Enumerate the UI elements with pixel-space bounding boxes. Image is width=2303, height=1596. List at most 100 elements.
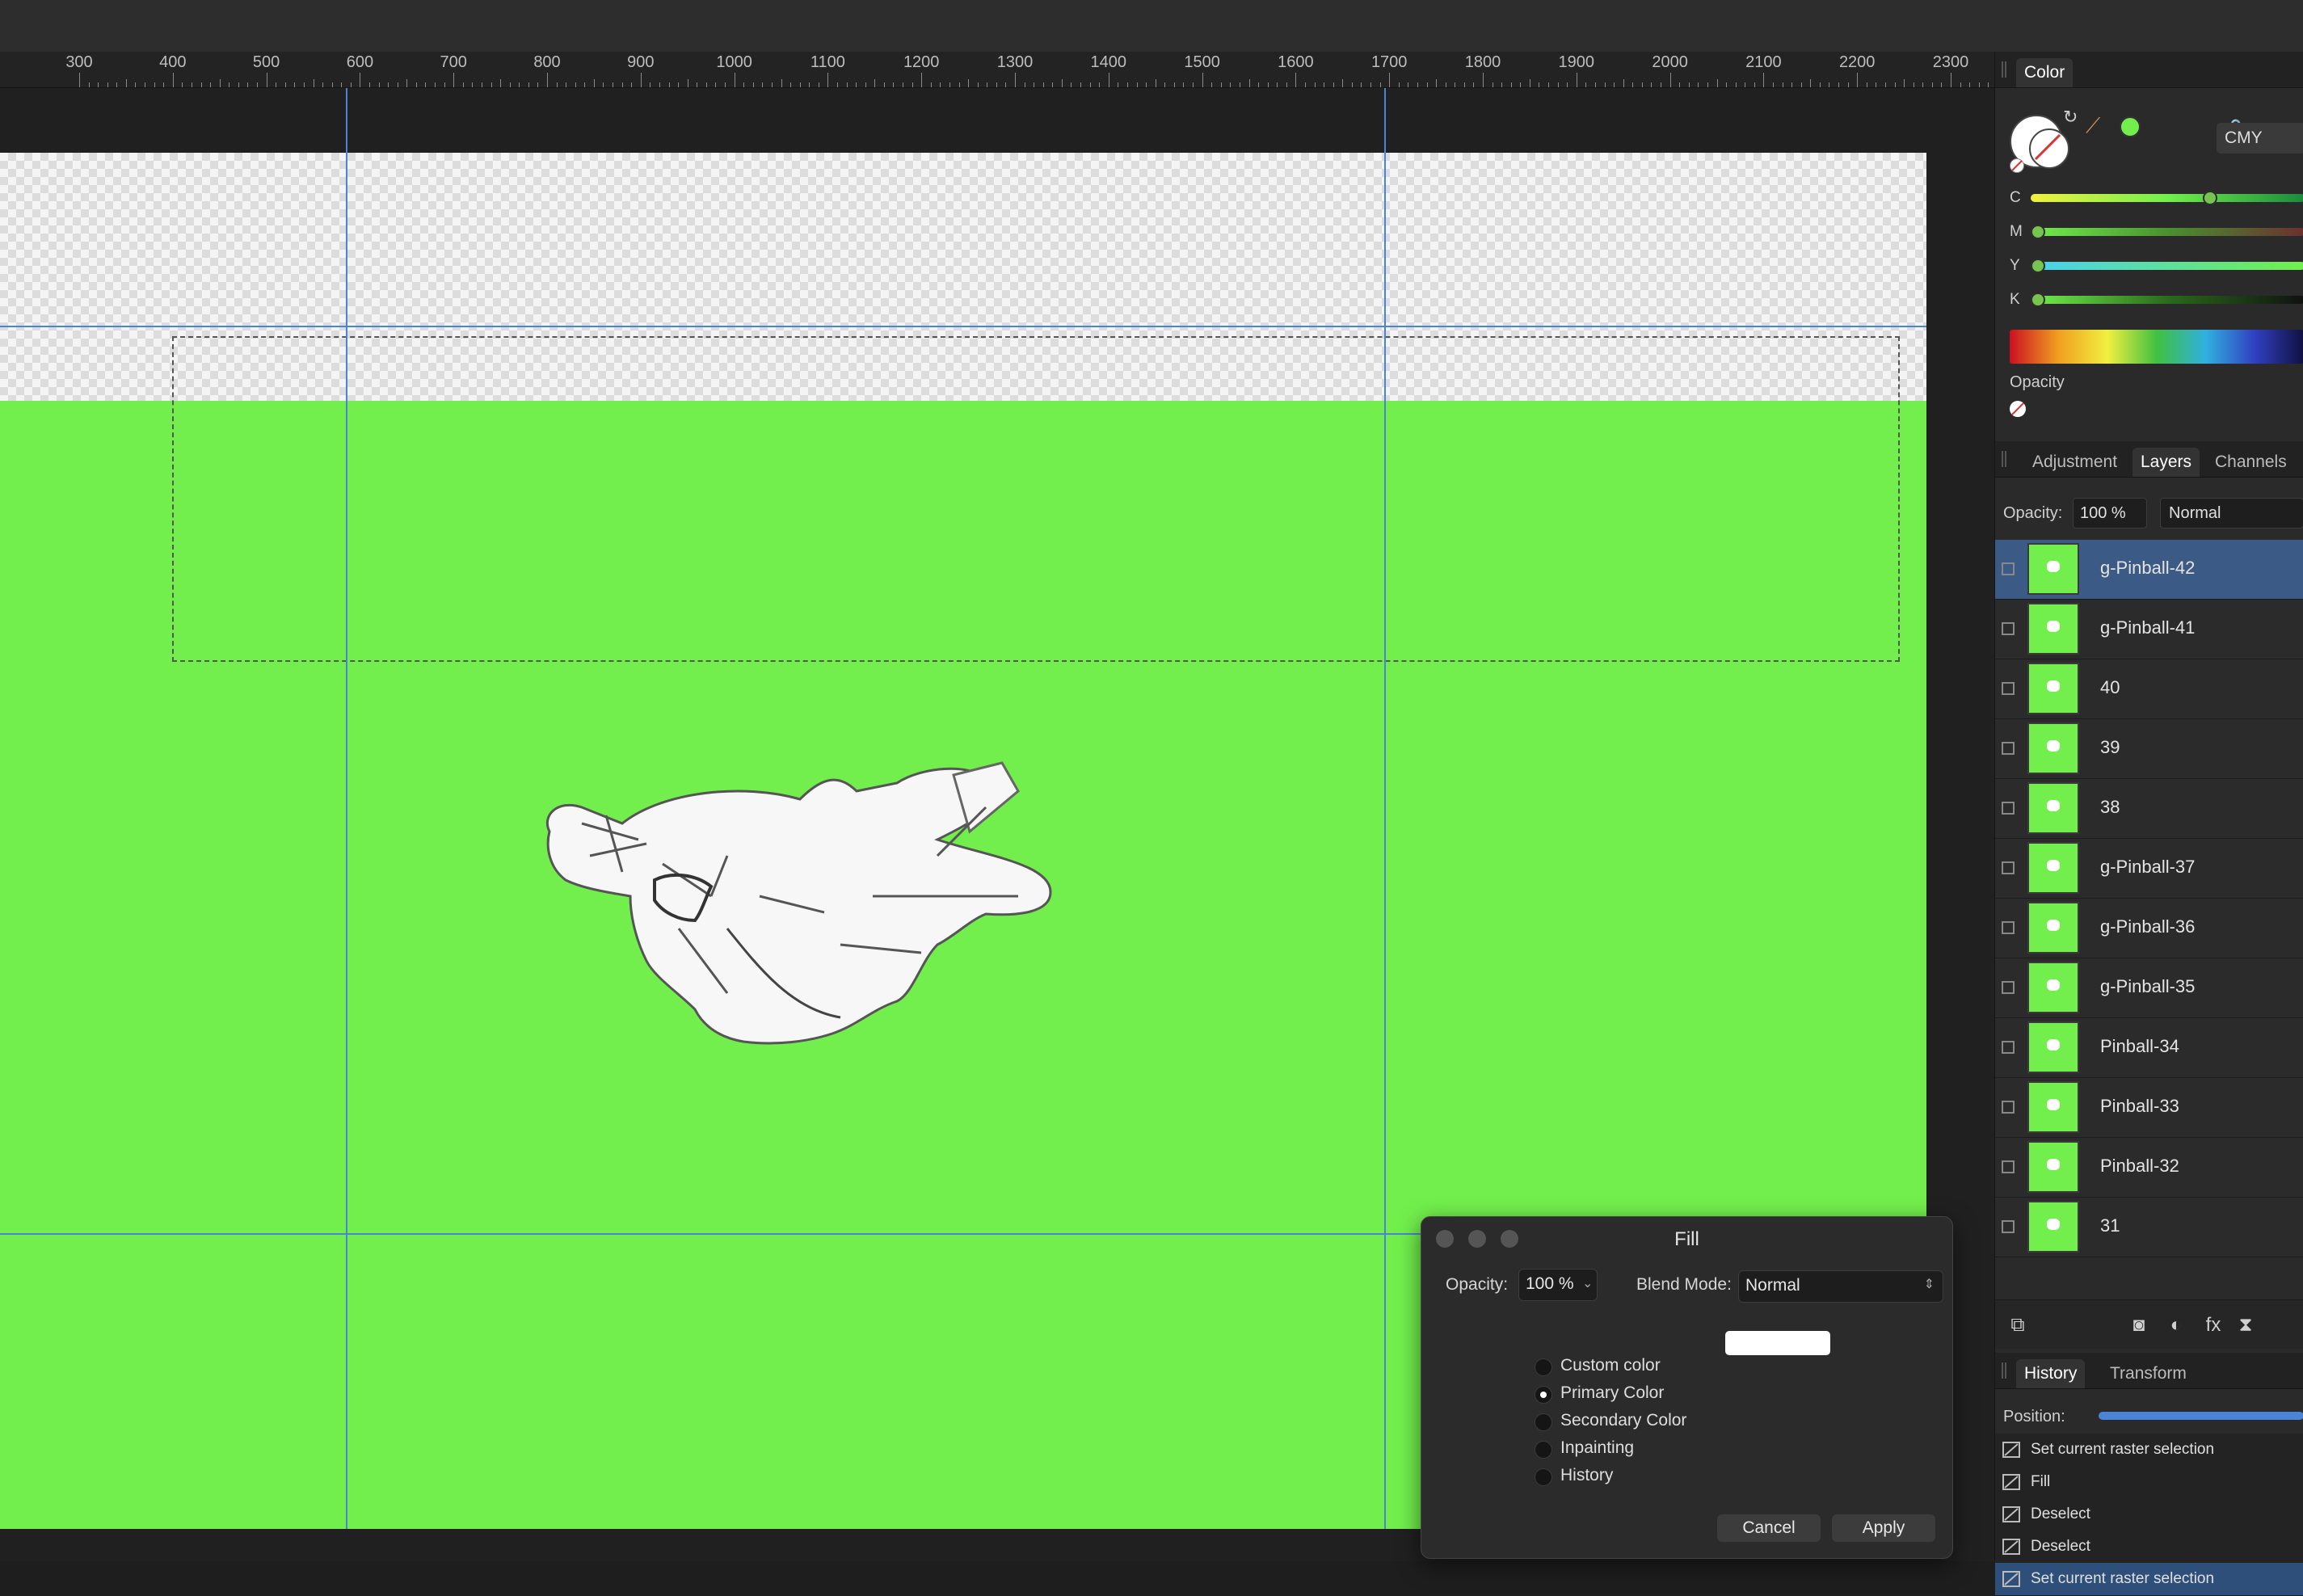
layer-row[interactable]: 40 xyxy=(1995,659,2303,719)
layer-row[interactable]: g-Pinball-37 xyxy=(1995,839,2303,899)
layer-row[interactable]: Pinball-32 xyxy=(1995,1138,2303,1198)
panel-grip-icon[interactable] xyxy=(2002,451,2006,467)
layer-visibility-icon[interactable] xyxy=(2002,562,2015,575)
cmyk-slider[interactable] xyxy=(2031,296,2303,304)
ruler-tick xyxy=(1707,82,1708,87)
chevron-down-icon[interactable]: ⌄ xyxy=(1582,1275,1593,1291)
layer-blend-select[interactable]: Normal xyxy=(2160,498,2303,528)
ruler-tick xyxy=(79,73,80,87)
picked-color-swatch[interactable] xyxy=(2120,116,2141,137)
fill-option-radio[interactable] xyxy=(1535,1441,1552,1459)
live-filter-icon[interactable]: ⧗ xyxy=(2234,1314,2257,1337)
history-entry-label: Deselect xyxy=(2031,1538,2090,1555)
blend-mode-select[interactable]: Normal ⇕ xyxy=(1738,1270,1943,1303)
ruler-tick xyxy=(1604,82,1606,87)
layer-visibility-icon[interactable] xyxy=(2002,1220,2015,1233)
slider-knob[interactable] xyxy=(2031,259,2045,273)
layer-visibility-icon[interactable] xyxy=(2002,1160,2015,1173)
layer-name: Pinball-34 xyxy=(2100,1036,2179,1056)
layer-stack-icon[interactable]: ⧉ xyxy=(2006,1314,2029,1337)
cancel-button[interactable]: Cancel xyxy=(1717,1514,1821,1542)
history-entry[interactable]: Fill xyxy=(1995,1466,2303,1499)
layer-row[interactable]: g-Pinball-42 xyxy=(1995,540,2303,600)
layer-visibility-icon[interactable] xyxy=(2002,861,2015,874)
layer-row[interactable]: g-Pinball-36 xyxy=(1995,899,2303,958)
layer-row[interactable]: 31 xyxy=(1995,1198,2303,1257)
marquee-selection[interactable] xyxy=(172,336,1900,662)
layer-row[interactable]: 39 xyxy=(1995,719,2303,779)
ruler-tick xyxy=(1015,73,1016,87)
ruler-tick xyxy=(219,79,221,87)
ruler-tick xyxy=(856,82,857,87)
ruler-tick xyxy=(1772,82,1774,87)
fill-option-radio[interactable] xyxy=(1535,1413,1552,1431)
layer-visibility-icon[interactable] xyxy=(2002,921,2015,934)
history-entry[interactable]: Set current raster selection xyxy=(1995,1563,2303,1596)
cmyk-slider[interactable] xyxy=(2031,262,2303,270)
mask-icon[interactable]: ◙ xyxy=(2128,1314,2150,1337)
fx-icon[interactable]: fx xyxy=(2202,1314,2225,1337)
ruler-tick xyxy=(1557,82,1559,87)
layer-visibility-icon[interactable] xyxy=(2002,1101,2015,1114)
swap-colors-icon[interactable]: ↻ xyxy=(2063,107,2078,128)
color-spectrum[interactable] xyxy=(2010,330,2303,364)
panel-grip-icon[interactable] xyxy=(2002,1362,2006,1379)
slider-knob[interactable] xyxy=(2031,293,2045,307)
layer-opacity-field[interactable]: 100 % xyxy=(2073,498,2147,528)
panel-grip-icon[interactable] xyxy=(2002,61,2006,78)
history-entry[interactable]: Deselect xyxy=(1995,1531,2303,1564)
ruler-label: 1000 xyxy=(716,53,752,71)
tab-channels[interactable]: Channels xyxy=(2207,448,2295,477)
ruler-tick xyxy=(1473,82,1475,87)
history-entry[interactable]: Deselect xyxy=(1995,1498,2303,1531)
slider-knob[interactable] xyxy=(2031,225,2045,239)
fill-option-label[interactable]: Custom color xyxy=(1560,1356,1661,1375)
layer-row[interactable]: Pinball-33 xyxy=(1995,1078,2303,1138)
history-position-slider[interactable] xyxy=(2099,1412,2303,1420)
ruler-tick xyxy=(1810,79,1812,87)
cmyk-slider[interactable] xyxy=(2031,194,2303,202)
tab-layers[interactable]: Layers xyxy=(2132,448,2200,477)
fill-option-label[interactable]: Secondary Color xyxy=(1560,1411,1686,1430)
color-mode-select[interactable]: CMY xyxy=(2217,123,2303,154)
fill-option-label[interactable]: History xyxy=(1560,1466,1613,1485)
fill-option-label[interactable]: Primary Color xyxy=(1560,1383,1664,1403)
secondary-color-swatch[interactable] xyxy=(2029,128,2069,169)
color-picker-icon[interactable]: ⟋ xyxy=(2086,113,2100,139)
fill-option-radio[interactable] xyxy=(1535,1468,1552,1486)
layer-row[interactable]: g-Pinball-41 xyxy=(1995,600,2303,659)
ruler-tick xyxy=(1304,82,1306,87)
vertical-guide[interactable] xyxy=(1384,88,1386,1529)
history-entry[interactable]: Set current raster selection xyxy=(1995,1434,2303,1467)
slider-knob[interactable] xyxy=(2202,191,2217,205)
layer-visibility-icon[interactable] xyxy=(2002,981,2015,994)
layer-visibility-icon[interactable] xyxy=(2002,742,2015,755)
tab-adjustment[interactable]: Adjustment xyxy=(2024,448,2125,477)
layer-visibility-icon[interactable] xyxy=(2002,802,2015,815)
layer-visibility-icon[interactable] xyxy=(2002,1041,2015,1054)
no-fill-icon[interactable] xyxy=(2010,158,2024,173)
cmyk-slider[interactable] xyxy=(2031,228,2303,236)
tab-color[interactable]: Color xyxy=(2016,58,2074,87)
tab-history[interactable]: History xyxy=(2016,1359,2086,1388)
layer-visibility-icon[interactable] xyxy=(2002,682,2015,695)
tab-transform[interactable]: Transform xyxy=(2102,1359,2195,1388)
vertical-guide[interactable] xyxy=(346,88,347,1529)
layer-thumbnail xyxy=(2027,1021,2079,1073)
apply-button[interactable]: Apply xyxy=(1832,1514,1935,1542)
fill-color-swatch[interactable] xyxy=(1725,1331,1830,1355)
layer-row[interactable]: 38 xyxy=(1995,779,2303,839)
fill-option-radio[interactable] xyxy=(1535,1386,1552,1404)
fill-option-radio[interactable] xyxy=(1535,1358,1552,1376)
thumbnail-sketch xyxy=(2047,1039,2060,1051)
layer-row[interactable]: g-Pinball-35 xyxy=(1995,958,2303,1018)
layer-name: 40 xyxy=(2100,677,2120,697)
opacity-no-fill-icon[interactable] xyxy=(2010,401,2026,417)
fill-option-label[interactable]: Inpainting xyxy=(1560,1438,1634,1458)
adjustment-icon[interactable]: ◐ xyxy=(2165,1314,2187,1337)
horizontal-guide[interactable] xyxy=(0,326,1926,327)
layer-visibility-icon[interactable] xyxy=(2002,622,2015,635)
ruler-tick xyxy=(462,82,464,87)
ruler-tick xyxy=(668,82,670,87)
layer-row[interactable]: Pinball-34 xyxy=(1995,1018,2303,1078)
